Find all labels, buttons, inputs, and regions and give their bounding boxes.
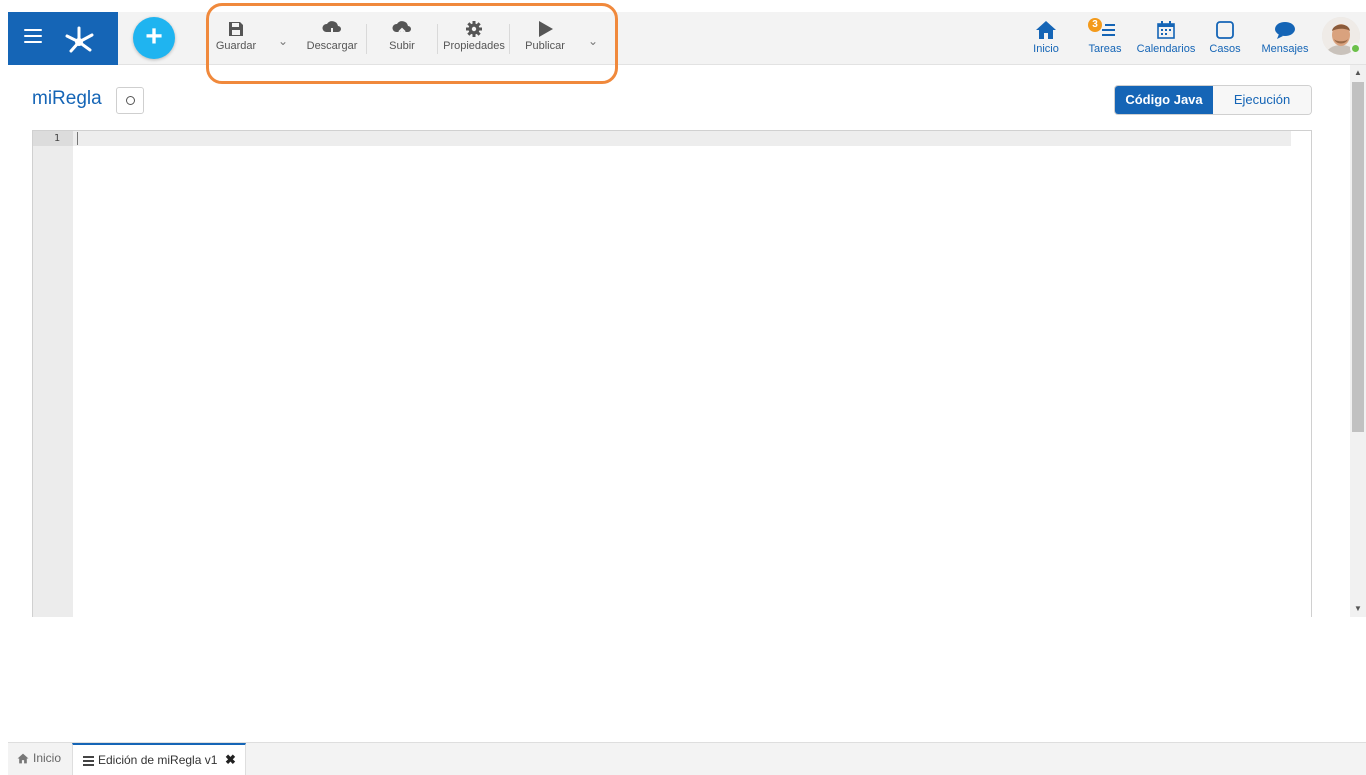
status-toggle-button[interactable] xyxy=(116,87,144,114)
tasks-count-badge: 3 xyxy=(1088,18,1102,32)
publish-label: Publicar xyxy=(525,40,565,52)
home-icon xyxy=(17,753,29,764)
editor-gutter xyxy=(33,131,73,617)
text-cursor xyxy=(77,132,78,145)
plus-icon: + xyxy=(145,20,163,53)
add-button[interactable]: + xyxy=(133,17,175,59)
play-icon xyxy=(539,21,553,37)
bottom-tab-current-label: Edición de miRegla v1 xyxy=(98,753,218,767)
nav-cases[interactable]: Casos xyxy=(1208,20,1242,55)
bottom-tab-current[interactable]: Edición de miRegla v1 ✖ xyxy=(72,743,246,775)
scroll-down-arrow-icon[interactable]: ▼ xyxy=(1350,601,1366,617)
circle-icon xyxy=(126,96,135,105)
hamburger-icon[interactable] xyxy=(24,29,42,43)
nav-tasks[interactable]: 3 Tareas xyxy=(1088,18,1122,55)
nav-home-label: Inicio xyxy=(1033,43,1059,55)
view-tabs: Código Java Ejecución xyxy=(1114,85,1312,115)
bottom-tab-home[interactable]: Inicio xyxy=(8,743,72,775)
download-label: Descargar xyxy=(306,40,358,52)
toolbar-divider xyxy=(437,24,438,54)
menu-block xyxy=(8,12,118,65)
nav-cases-label: Casos xyxy=(1209,43,1241,55)
nav-messages-label: Mensajes xyxy=(1261,43,1309,55)
presence-status-dot xyxy=(1350,43,1361,54)
tasks-list-icon xyxy=(83,756,94,766)
cloud-download-icon xyxy=(322,21,341,38)
page-title: miRegla xyxy=(32,88,102,109)
publish-options-chevron-down-icon[interactable]: ⌄ xyxy=(588,34,598,48)
line-number: 1 xyxy=(33,131,73,146)
nav-calendars-label: Calendarios xyxy=(1136,43,1196,55)
square-icon xyxy=(1216,21,1234,39)
nav-home[interactable]: Inicio xyxy=(1032,20,1060,55)
properties-label: Propiedades xyxy=(443,40,505,52)
nav-calendars[interactable]: Calendarios xyxy=(1136,20,1196,55)
page-scrollbar[interactable]: ▲ ▼ xyxy=(1350,65,1366,617)
cloud-upload-icon xyxy=(392,21,411,37)
speech-bubble-icon xyxy=(1275,22,1295,39)
calendar-icon xyxy=(1157,21,1175,39)
scroll-up-arrow-icon[interactable]: ▲ xyxy=(1350,65,1366,81)
toolbar-divider xyxy=(509,24,510,54)
top-bar: + Guardar ⌄ Descargar Subir Propiedades … xyxy=(8,12,1366,65)
floppy-disk-icon xyxy=(229,22,243,36)
active-line-highlight xyxy=(73,131,1291,146)
close-icon[interactable]: ✖ xyxy=(225,745,236,775)
nav-tasks-label: Tareas xyxy=(1088,43,1122,55)
bottom-tab-home-label: Inicio xyxy=(33,751,62,765)
properties-button[interactable]: Propiedades xyxy=(442,20,506,60)
bottom-tab-bar: Inicio Edición de miRegla v1 ✖ xyxy=(8,742,1366,775)
gear-icon xyxy=(466,21,482,37)
save-options-chevron-down-icon[interactable]: ⌄ xyxy=(278,34,288,48)
app-logo-icon[interactable] xyxy=(60,22,98,56)
save-label: Guardar xyxy=(215,40,257,52)
save-button[interactable]: Guardar xyxy=(215,20,257,60)
publish-button[interactable]: Publicar xyxy=(522,20,568,60)
nav-messages[interactable]: Mensajes xyxy=(1260,20,1310,55)
tab-execution[interactable]: Ejecución xyxy=(1213,86,1311,114)
scrollbar-thumb[interactable] xyxy=(1352,82,1364,432)
upload-label: Subir xyxy=(389,40,415,52)
tab-java-code[interactable]: Código Java xyxy=(1115,86,1213,114)
toolbar-divider xyxy=(366,24,367,54)
home-icon xyxy=(1036,21,1056,39)
code-editor[interactable]: 1 xyxy=(32,130,1312,617)
upload-button[interactable]: Subir xyxy=(382,20,422,60)
download-button[interactable]: Descargar xyxy=(305,20,359,60)
